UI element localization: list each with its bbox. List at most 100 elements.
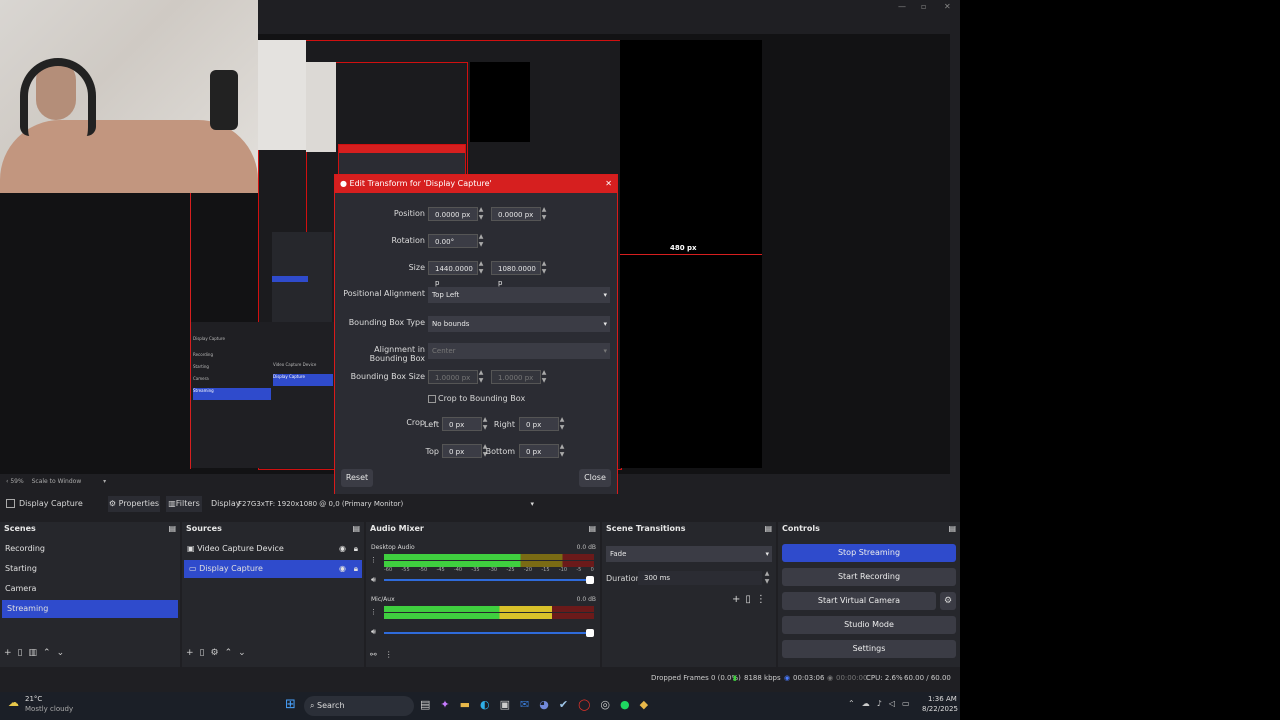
crop-top-input[interactable]: 0 px — [442, 444, 482, 458]
source-item-display-capture[interactable]: ▭ Display Capture ◉ 🔒︎ — [184, 560, 362, 578]
crop-right-spin[interactable]: ▲ ▼ — [557, 416, 567, 432]
eye-icon[interactable]: ◉ — [339, 560, 346, 578]
start-virtual-camera-button[interactable]: Start Virtual Camera — [782, 592, 936, 610]
size-width-spin[interactable]: ▲ ▼ — [476, 260, 486, 276]
display-select[interactable]: F27G3xTF: 1920x1080 @ 0,0 (Primary Monit… — [238, 496, 538, 512]
windows-start-icon[interactable]: ⊞ — [285, 697, 296, 712]
discord-icon[interactable]: ◕ — [539, 698, 559, 711]
edge-icon[interactable]: ◐ — [480, 698, 500, 711]
start-recording-button[interactable]: Start Recording — [782, 568, 956, 586]
outlook-icon[interactable]: ✉ — [520, 698, 539, 711]
more-icon[interactable]: ⋮ — [385, 650, 401, 659]
dock-menu-icon[interactable]: ▤ — [168, 522, 180, 536]
down-icon[interactable]: ⌄ — [238, 648, 252, 658]
bbox-height-spin[interactable]: ▲ ▼ — [539, 369, 549, 385]
source-item-video-capture[interactable]: ▣ Video Capture Device ◉ 🔒︎ — [182, 540, 364, 558]
scene-item-starting[interactable]: Starting — [0, 560, 180, 578]
mic-aux-slider-handle[interactable] — [586, 629, 594, 637]
more-icon[interactable]: ⋮ — [756, 594, 771, 605]
trash-icon[interactable]: ▯ — [18, 648, 29, 658]
scene-item-recording[interactable]: Recording — [0, 540, 180, 558]
zoom-chevron-icon[interactable]: ‹ — [6, 478, 8, 485]
speaker-icon[interactable]: 🔊︎ — [371, 575, 376, 585]
cloud-icon[interactable]: ☁ — [862, 699, 877, 708]
bounding-box-type-select[interactable]: No bounds ▾ — [428, 316, 610, 332]
scene-item-camera[interactable]: Camera — [0, 580, 180, 598]
chevron-up-icon[interactable]: ⌃ — [848, 699, 862, 708]
trash-icon[interactable]: ▯ — [200, 648, 211, 658]
size-width-input[interactable]: 1440.0000 p — [428, 261, 478, 287]
stop-streaming-button[interactable]: Stop Streaming — [782, 544, 956, 562]
crop-right-input[interactable]: 0 px — [519, 417, 559, 431]
dock-menu-icon[interactable]: ▤ — [352, 522, 364, 536]
link-icon[interactable]: ⚯ — [370, 650, 385, 659]
position-y-spin[interactable]: ▲ ▼ — [539, 206, 549, 222]
settings-button[interactable]: Settings — [782, 640, 956, 658]
add-icon[interactable]: + — [186, 648, 200, 658]
taskbar-search[interactable]: ⌕ Search — [304, 696, 414, 716]
dock-menu-icon[interactable]: ▤ — [948, 522, 960, 536]
weather-icon[interactable]: ☁ — [8, 696, 19, 709]
maximize-icon[interactable]: ▫ — [921, 2, 926, 11]
eye-icon[interactable]: ◉ — [339, 540, 346, 558]
position-x-spin[interactable]: ▲ ▼ — [476, 206, 486, 222]
position-y-input[interactable]: 0.0000 px — [491, 207, 541, 221]
obs-icon[interactable]: ◎ — [600, 698, 620, 711]
duration-input[interactable]: 300 ms — [638, 571, 762, 585]
rotation-input[interactable]: 0.00° — [428, 234, 478, 248]
filters-button[interactable]: ▥Filters — [166, 496, 202, 512]
desktop-audio-slider-handle[interactable] — [586, 576, 594, 584]
reset-button[interactable]: Reset — [341, 469, 373, 487]
down-icon[interactable]: ⌄ — [57, 648, 71, 658]
up-icon[interactable]: ⌃ — [43, 648, 57, 658]
bbox-width-spin[interactable]: ▲ ▼ — [476, 369, 486, 385]
size-height-input[interactable]: 1080.0000 p — [491, 261, 541, 287]
scale-mode[interactable]: Scale to Window — [32, 478, 82, 485]
close-button[interactable]: Close — [579, 469, 611, 487]
zoom-row[interactable]: ‹ 59% Scale to Window ▾ — [6, 478, 106, 485]
virtual-camera-settings-gear-icon[interactable]: ⚙ — [940, 592, 956, 610]
speaker-icon[interactable]: 🔊︎ — [371, 627, 376, 637]
opera-icon[interactable]: ◯ — [578, 698, 600, 711]
chevron-down-icon[interactable]: ▾ — [103, 478, 106, 485]
file-explorer-icon[interactable]: ▬ — [460, 698, 480, 711]
dock-menu-icon[interactable]: ▤ — [588, 522, 600, 536]
mic-aux-slider[interactable] — [384, 632, 590, 634]
bbox-width-input[interactable]: 1.0000 px — [428, 370, 478, 384]
lock-icon[interactable]: 🔒︎ — [354, 540, 358, 558]
bbox-height-input[interactable]: 1.0000 px — [491, 370, 541, 384]
add-icon[interactable]: + — [4, 648, 18, 658]
copilot-icon[interactable]: ✦ — [440, 698, 459, 711]
mic-icon[interactable]: ♪ — [877, 699, 889, 708]
add-icon[interactable]: + — [732, 594, 745, 605]
app-icon[interactable]: ◆ — [640, 698, 658, 711]
duration-spin[interactable]: ▲ ▼ — [762, 570, 772, 586]
desktop-audio-slider[interactable] — [384, 579, 590, 581]
crop-left-input[interactable]: 0 px — [442, 417, 482, 431]
position-x-input[interactable]: 0.0000 px — [428, 207, 478, 221]
close-window-icon[interactable]: ✕ — [944, 2, 951, 11]
crop-bottom-input[interactable]: 0 px — [519, 444, 559, 458]
alignment-in-bbox-select[interactable]: Center ▾ — [428, 343, 610, 359]
positional-alignment-select[interactable]: Top Left ▾ — [428, 287, 610, 303]
minimize-icon[interactable]: — — [898, 2, 906, 11]
size-height-spin[interactable]: ▲ ▼ — [539, 260, 549, 276]
gear-icon[interactable]: ⚙ — [211, 648, 225, 658]
mixer-menu-icon[interactable]: ⋮ — [370, 608, 377, 616]
lock-icon[interactable]: 🔒︎ — [354, 560, 358, 578]
close-icon[interactable]: ✕ — [605, 175, 612, 193]
spotify-icon[interactable]: ● — [620, 698, 640, 711]
mixer-menu-icon[interactable]: ⋮ — [370, 556, 377, 564]
scene-item-streaming[interactable]: Streaming — [2, 600, 178, 618]
steam-icon[interactable]: ✔ — [559, 698, 578, 711]
filter-icon[interactable]: ▥ — [29, 648, 44, 658]
studio-mode-button[interactable]: Studio Mode — [782, 616, 956, 634]
dock-menu-icon[interactable]: ▤ — [764, 522, 776, 536]
store-icon[interactable]: ▣ — [500, 698, 520, 711]
up-icon[interactable]: ⌃ — [225, 648, 239, 658]
crop-bottom-spin[interactable]: ▲ ▼ — [557, 443, 567, 459]
volume-icon[interactable]: ◁ — [889, 699, 902, 708]
crop-to-bbox-checkbox[interactable] — [428, 395, 436, 403]
network-icon[interactable]: ▭ — [902, 699, 917, 708]
properties-button[interactable]: ⚙ Properties — [108, 496, 160, 512]
